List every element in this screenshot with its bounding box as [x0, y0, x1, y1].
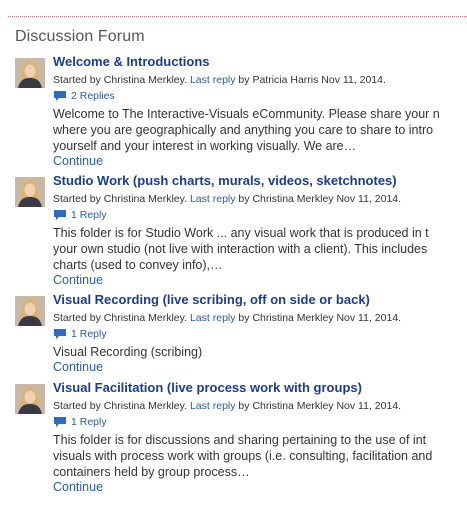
- topic-meta: Started by Christina Merkley. Last reply…: [53, 193, 402, 205]
- topic-title-link[interactable]: Visual Recording (live scribing, off on …: [53, 292, 467, 308]
- continue-link[interactable]: Continue: [53, 480, 467, 495]
- continue-link[interactable]: Continue: [53, 360, 467, 375]
- topic-title-link[interactable]: Visual Facilitation (live process work w…: [53, 380, 467, 396]
- last-reply-link[interactable]: Last reply: [190, 312, 236, 324]
- replies-count: 1 Reply: [53, 327, 467, 341]
- replies-count: 1 Reply: [53, 208, 467, 222]
- topic-meta: Started by Christina Merkley. Last reply…: [53, 312, 402, 324]
- page-title: Discussion Forum: [15, 28, 145, 45]
- avatar-photo-icon[interactable]: [15, 58, 45, 88]
- continue-link[interactable]: Continue: [53, 273, 467, 288]
- last-reply-link[interactable]: Last reply: [190, 193, 236, 205]
- replies-link[interactable]: 1 Reply: [71, 416, 107, 428]
- comment-bubble-icon: [53, 416, 67, 428]
- replies-link[interactable]: 2 Replies: [71, 90, 115, 102]
- replies-count: 2 Replies: [53, 89, 467, 103]
- avatar-photo-icon[interactable]: [15, 177, 45, 207]
- comment-bubble-icon: [53, 90, 67, 102]
- avatar-photo-icon[interactable]: [15, 296, 45, 326]
- topic-meta: Started by Christina Merkley. Last reply…: [53, 400, 402, 412]
- replies-link[interactable]: 1 Reply: [71, 209, 107, 221]
- continue-link[interactable]: Continue: [53, 154, 467, 169]
- last-reply-link[interactable]: Last reply: [190, 74, 236, 86]
- topic-meta: Started by Christina Merkley. Last reply…: [53, 74, 386, 86]
- replies-link[interactable]: 1 Reply: [71, 328, 107, 340]
- last-reply-link[interactable]: Last reply: [190, 400, 236, 412]
- topic-title-link[interactable]: Welcome & Introductions: [53, 54, 467, 70]
- topic-excerpt: Visual Recording (scribing): [53, 345, 203, 359]
- topic-excerpt: This folder is for discussions and shari…: [53, 433, 433, 479]
- avatar-photo-icon[interactable]: [15, 384, 45, 414]
- header-divider: [8, 16, 467, 17]
- comment-bubble-icon: [53, 328, 67, 340]
- comment-bubble-icon: [53, 209, 67, 221]
- replies-count: 1 Reply: [53, 415, 467, 429]
- topic-excerpt: Welcome to The Interactive-Visuals eComm…: [53, 107, 440, 153]
- topic-excerpt: This folder is for Studio Work ... any v…: [53, 226, 429, 272]
- topic-title-link[interactable]: Studio Work (push charts, murals, videos…: [53, 173, 467, 189]
